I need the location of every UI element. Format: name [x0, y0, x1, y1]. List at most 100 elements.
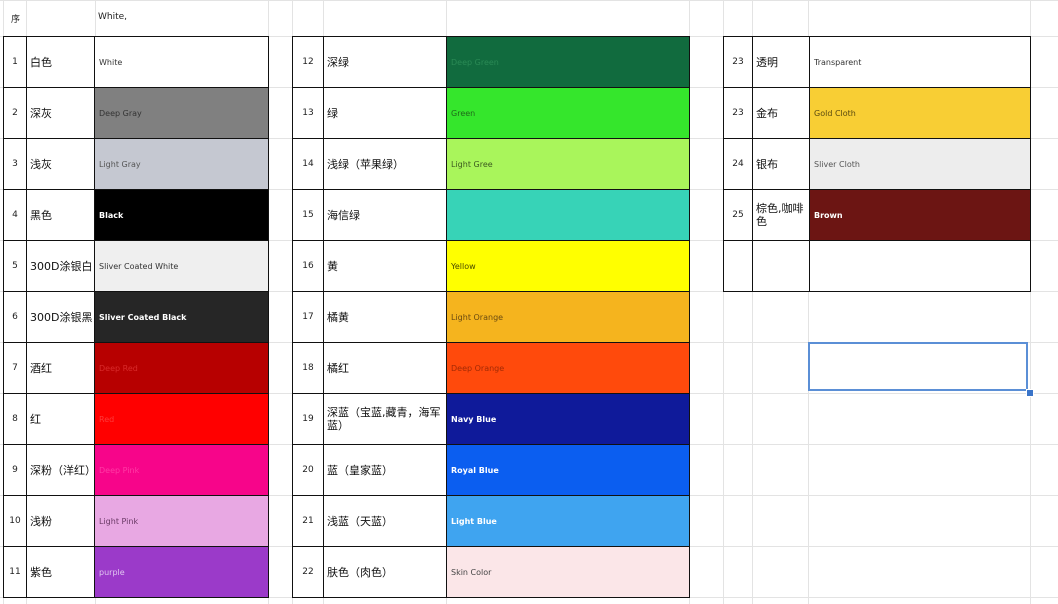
chinese-name-cell[interactable] [752, 240, 810, 292]
color-swatch-cell[interactable]: Sliver Cloth [809, 138, 1031, 190]
chinese-name-cell[interactable]: 浅灰 [26, 138, 95, 190]
color-row: 14 浅绿（苹果绿） Light Gree [292, 138, 690, 190]
row-number-cell[interactable]: 21 [292, 495, 324, 547]
color-swatch-cell[interactable] [446, 189, 690, 241]
row-number-cell[interactable]: 2 [3, 87, 27, 139]
color-swatch-cell[interactable]: Light Blue [446, 495, 690, 547]
chinese-name-cell[interactable]: 透明 [752, 36, 810, 88]
row-number-cell[interactable]: 7 [3, 342, 27, 394]
row-number-cell[interactable]: 16 [292, 240, 324, 292]
row-number-cell[interactable]: 22 [292, 546, 324, 598]
row-number-cell[interactable]: 17 [292, 291, 324, 343]
color-swatch-cell[interactable]: Deep Gray [94, 87, 269, 139]
row-number-cell[interactable]: 24 [723, 138, 753, 190]
row-number-cell[interactable]: 20 [292, 444, 324, 496]
color-row: 16 黄 Yellow [292, 240, 690, 292]
color-swatch-cell[interactable]: Light Gree [446, 138, 690, 190]
color-swatch-cell[interactable]: Gold Cloth [809, 87, 1031, 139]
row-number-cell[interactable]: 12 [292, 36, 324, 88]
color-row: 19 深蓝（宝蓝,藏青，海军蓝） Navy Blue [292, 393, 690, 445]
color-row: 17 橘黄 Light Orange [292, 291, 690, 343]
color-row: 20 蓝（皇家蓝） Royal Blue [292, 444, 690, 496]
chinese-name-cell[interactable]: 紫色 [26, 546, 95, 598]
chinese-name-cell[interactable]: 深灰 [26, 87, 95, 139]
chinese-name-cell[interactable]: 海信绿 [323, 189, 447, 241]
color-swatch-cell[interactable]: Skin Color [446, 546, 690, 598]
chinese-name-cell[interactable]: 红 [26, 393, 95, 445]
row-number-cell[interactable]: 25 [723, 189, 753, 241]
color-table-3: 23 透明 Transparent 23 金布 Gold Cloth 24 银布 Sliver … [723, 36, 1031, 292]
color-swatch-cell[interactable]: Black [94, 189, 269, 241]
chinese-name-cell[interactable]: 棕色,咖啡色 [752, 189, 810, 241]
row-number-cell[interactable]: 18 [292, 342, 324, 394]
row-number-cell[interactable]: 19 [292, 393, 324, 445]
row-number-cell[interactable]: 4 [3, 189, 27, 241]
color-row: 10 浅粉 Light Pink [3, 495, 269, 547]
row-number-cell[interactable]: 15 [292, 189, 324, 241]
chinese-name-cell[interactable]: 银布 [752, 138, 810, 190]
chinese-name-cell[interactable]: 浅粉 [26, 495, 95, 547]
chinese-name-cell[interactable]: 白色 [26, 36, 95, 88]
chinese-name-cell[interactable]: 300D涂银黑 [26, 291, 95, 343]
row-number-cell[interactable]: 1 [3, 36, 27, 88]
row-number-cell[interactable]: 23 [723, 87, 753, 139]
color-row: 1 白色 White [3, 36, 269, 88]
color-swatch-cell[interactable]: Light Gray [94, 138, 269, 190]
chinese-name-cell[interactable]: 蓝（皇家蓝） [323, 444, 447, 496]
color-swatch-cell[interactable]: Green [446, 87, 690, 139]
row-number-cell[interactable]: 9 [3, 444, 27, 496]
chinese-name-cell[interactable]: 浅绿（苹果绿） [323, 138, 447, 190]
chinese-name-cell[interactable]: 橘红 [323, 342, 447, 394]
chinese-name-cell[interactable]: 金布 [752, 87, 810, 139]
color-swatch-cell[interactable]: Navy Blue [446, 393, 690, 445]
fill-handle[interactable] [1026, 389, 1034, 397]
color-swatch-cell[interactable]: Sliver Coated Black [94, 291, 269, 343]
color-swatch-cell[interactable]: Light Pink [94, 495, 269, 547]
selected-cell[interactable] [808, 342, 1028, 391]
chinese-name-cell[interactable]: 肤色（肉色） [323, 546, 447, 598]
color-swatch-cell[interactable] [809, 240, 1031, 292]
color-row: 7 酒红 Deep Red [3, 342, 269, 394]
row-number-cell[interactable]: 8 [3, 393, 27, 445]
color-row: 12 深绿 Deep Green [292, 36, 690, 88]
color-swatch-cell[interactable]: purple [94, 546, 269, 598]
chinese-name-cell[interactable]: 黑色 [26, 189, 95, 241]
color-row: 13 绿 Green [292, 87, 690, 139]
color-row: 3 浅灰 Light Gray [3, 138, 269, 190]
row-number-cell[interactable]: 23 [723, 36, 753, 88]
color-row: 4 黑色 Black [3, 189, 269, 241]
color-swatch-cell[interactable]: Light Orange [446, 291, 690, 343]
color-swatch-cell[interactable]: Brown [809, 189, 1031, 241]
row-number-cell[interactable]: 11 [3, 546, 27, 598]
chinese-name-cell[interactable]: 深蓝（宝蓝,藏青，海军蓝） [323, 393, 447, 445]
color-swatch-cell[interactable]: Deep Red [94, 342, 269, 394]
chinese-name-cell[interactable]: 黄 [323, 240, 447, 292]
color-swatch-cell[interactable]: Deep Green [446, 36, 690, 88]
chinese-name-cell[interactable]: 深绿 [323, 36, 447, 88]
row-number-cell[interactable]: 6 [3, 291, 27, 343]
color-swatch-cell[interactable]: Red [94, 393, 269, 445]
color-swatch-cell[interactable]: Sliver Coated White [94, 240, 269, 292]
color-swatch-cell[interactable]: White [94, 36, 269, 88]
chinese-name-cell[interactable]: 橘黄 [323, 291, 447, 343]
row-number-cell[interactable] [723, 240, 753, 292]
row-number-cell[interactable]: 10 [3, 495, 27, 547]
row-number-cell[interactable]: 13 [292, 87, 324, 139]
row-number-cell[interactable]: 14 [292, 138, 324, 190]
header-white-label[interactable]: White, [98, 12, 127, 22]
row-number-cell[interactable]: 5 [3, 240, 27, 292]
chinese-name-cell[interactable]: 300D涂银白 [26, 240, 95, 292]
chinese-name-cell[interactable]: 酒红 [26, 342, 95, 394]
color-swatch-cell[interactable]: Transparent [809, 36, 1031, 88]
color-row: 22 肤色（肉色） Skin Color [292, 546, 690, 598]
chinese-name-cell[interactable]: 深粉（洋红） [26, 444, 95, 496]
chinese-name-cell[interactable]: 绿 [323, 87, 447, 139]
color-swatch-cell[interactable]: Yellow [446, 240, 690, 292]
chinese-name-cell[interactable]: 浅蓝（天蓝） [323, 495, 447, 547]
color-swatch-cell[interactable]: Deep Orange [446, 342, 690, 394]
color-row: 23 透明 Transparent [723, 36, 1031, 88]
color-row: 6 300D涂银黑 Sliver Coated Black [3, 291, 269, 343]
color-swatch-cell[interactable]: Deep Pink [94, 444, 269, 496]
row-number-cell[interactable]: 3 [3, 138, 27, 190]
color-swatch-cell[interactable]: Royal Blue [446, 444, 690, 496]
